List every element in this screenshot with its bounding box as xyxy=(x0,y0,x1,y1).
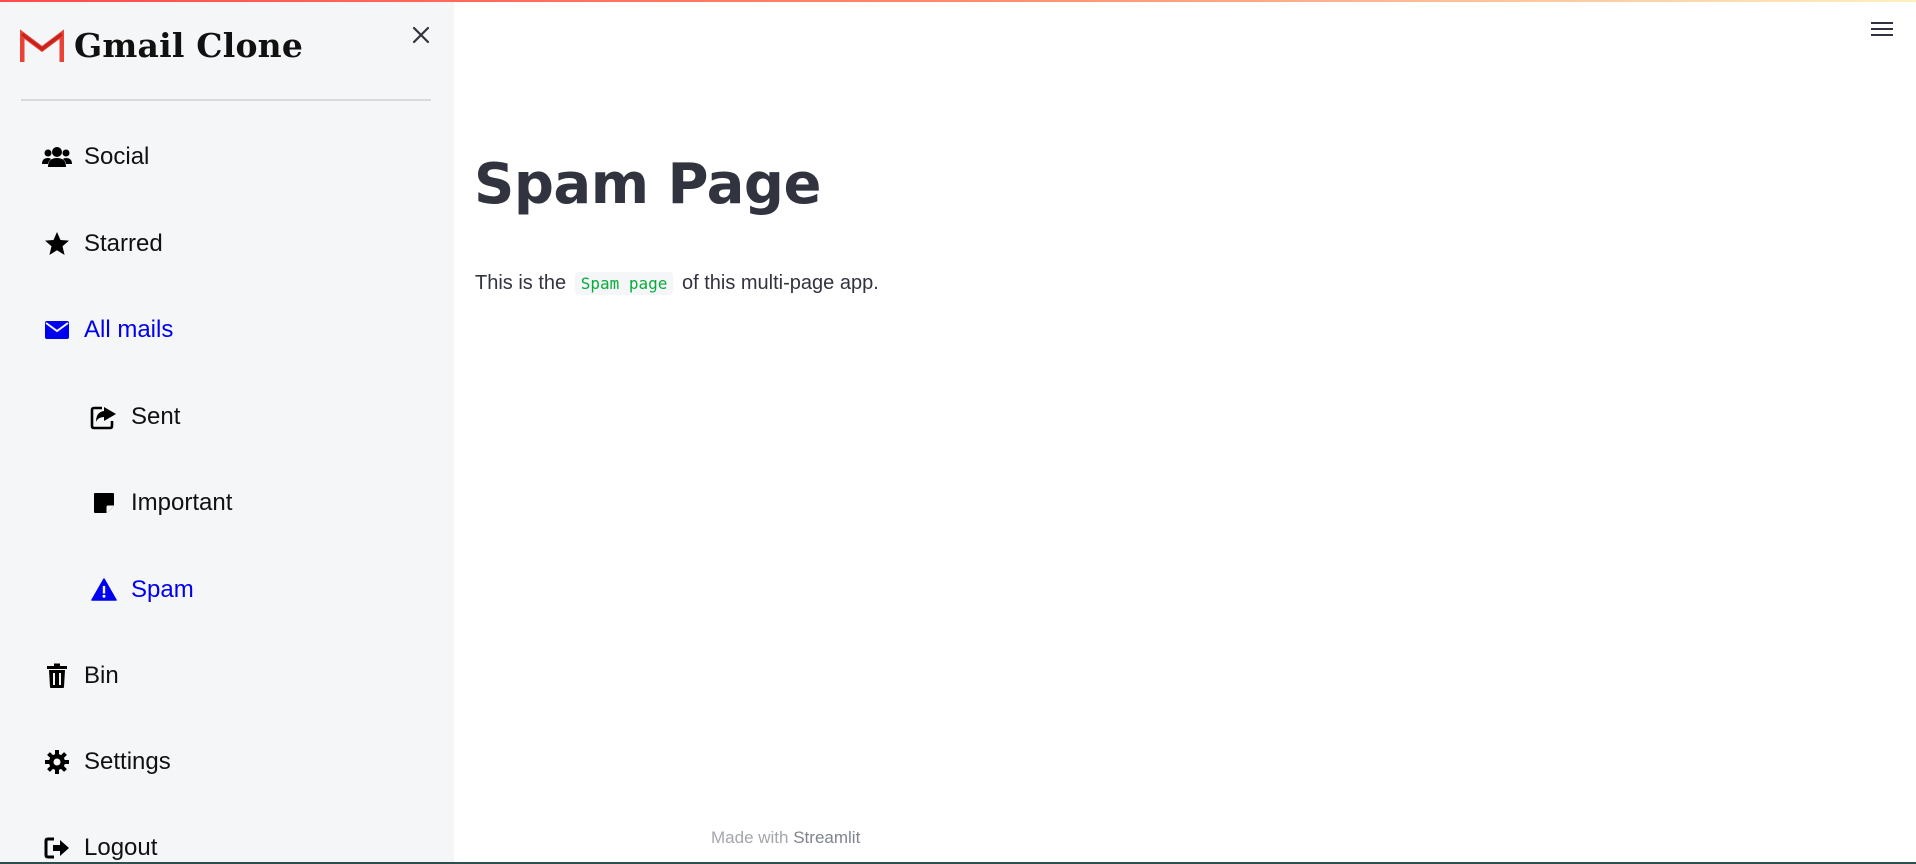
sidebar-item-bin[interactable]: Bin xyxy=(42,654,119,698)
sidebar-item-important[interactable]: Important xyxy=(89,481,232,525)
sign-out-icon xyxy=(42,833,72,863)
sidebar-item-label: Social xyxy=(84,143,150,170)
warning-triangle-icon xyxy=(89,575,119,605)
sidebar-item-spam[interactable]: Spam xyxy=(89,568,194,612)
main-content xyxy=(454,2,1916,864)
sidebar: Gmail Clone Social Starred All mails Sen… xyxy=(0,2,454,864)
page-title: Spam Page xyxy=(474,152,821,217)
brand: Gmail Clone xyxy=(20,26,303,65)
close-sidebar-button[interactable] xyxy=(406,20,436,50)
trash-icon xyxy=(42,661,72,691)
main-menu-button[interactable] xyxy=(1870,20,1900,44)
sidebar-divider xyxy=(21,99,431,101)
users-icon xyxy=(42,142,72,172)
gmail-logo-icon xyxy=(20,28,64,62)
sidebar-item-label: Important xyxy=(131,489,233,516)
sidebar-item-label: All mails xyxy=(84,316,174,343)
footer-streamlit-link[interactable]: Streamlit xyxy=(793,828,860,847)
sidebar-item-label: Spam xyxy=(131,576,194,603)
page-description: This is the Spam page of this multi-page… xyxy=(475,272,879,295)
sidebar-item-label: Logout xyxy=(84,834,158,861)
share-square-icon xyxy=(89,402,119,432)
sticky-note-icon xyxy=(89,488,119,518)
close-icon xyxy=(412,26,430,44)
sidebar-item-label: Sent xyxy=(131,403,181,430)
sidebar-item-starred[interactable]: Starred xyxy=(42,222,163,266)
sidebar-item-sent[interactable]: Sent xyxy=(89,395,180,439)
hamburger-menu-icon xyxy=(1871,22,1893,36)
sidebar-item-label: Settings xyxy=(84,748,171,775)
sidebar-item-logout[interactable]: Logout xyxy=(42,826,157,864)
app-title: Gmail Clone xyxy=(74,26,304,65)
sidebar-item-settings[interactable]: Settings xyxy=(42,740,171,784)
sidebar-item-label: Bin xyxy=(84,662,119,689)
sidebar-item-social[interactable]: Social xyxy=(42,135,149,179)
footer-made-with: Made with xyxy=(711,828,789,847)
gear-icon xyxy=(42,747,72,777)
sidebar-item-all-mails[interactable]: All mails xyxy=(42,308,173,352)
description-prefix: This is the xyxy=(475,272,567,294)
sidebar-item-label: Starred xyxy=(84,230,163,257)
footer: Made with Streamlit xyxy=(711,828,860,848)
star-icon xyxy=(42,229,72,259)
envelope-icon xyxy=(42,315,72,345)
description-suffix: of this multi-page app. xyxy=(681,272,879,294)
inline-code: Spam page xyxy=(574,272,674,295)
